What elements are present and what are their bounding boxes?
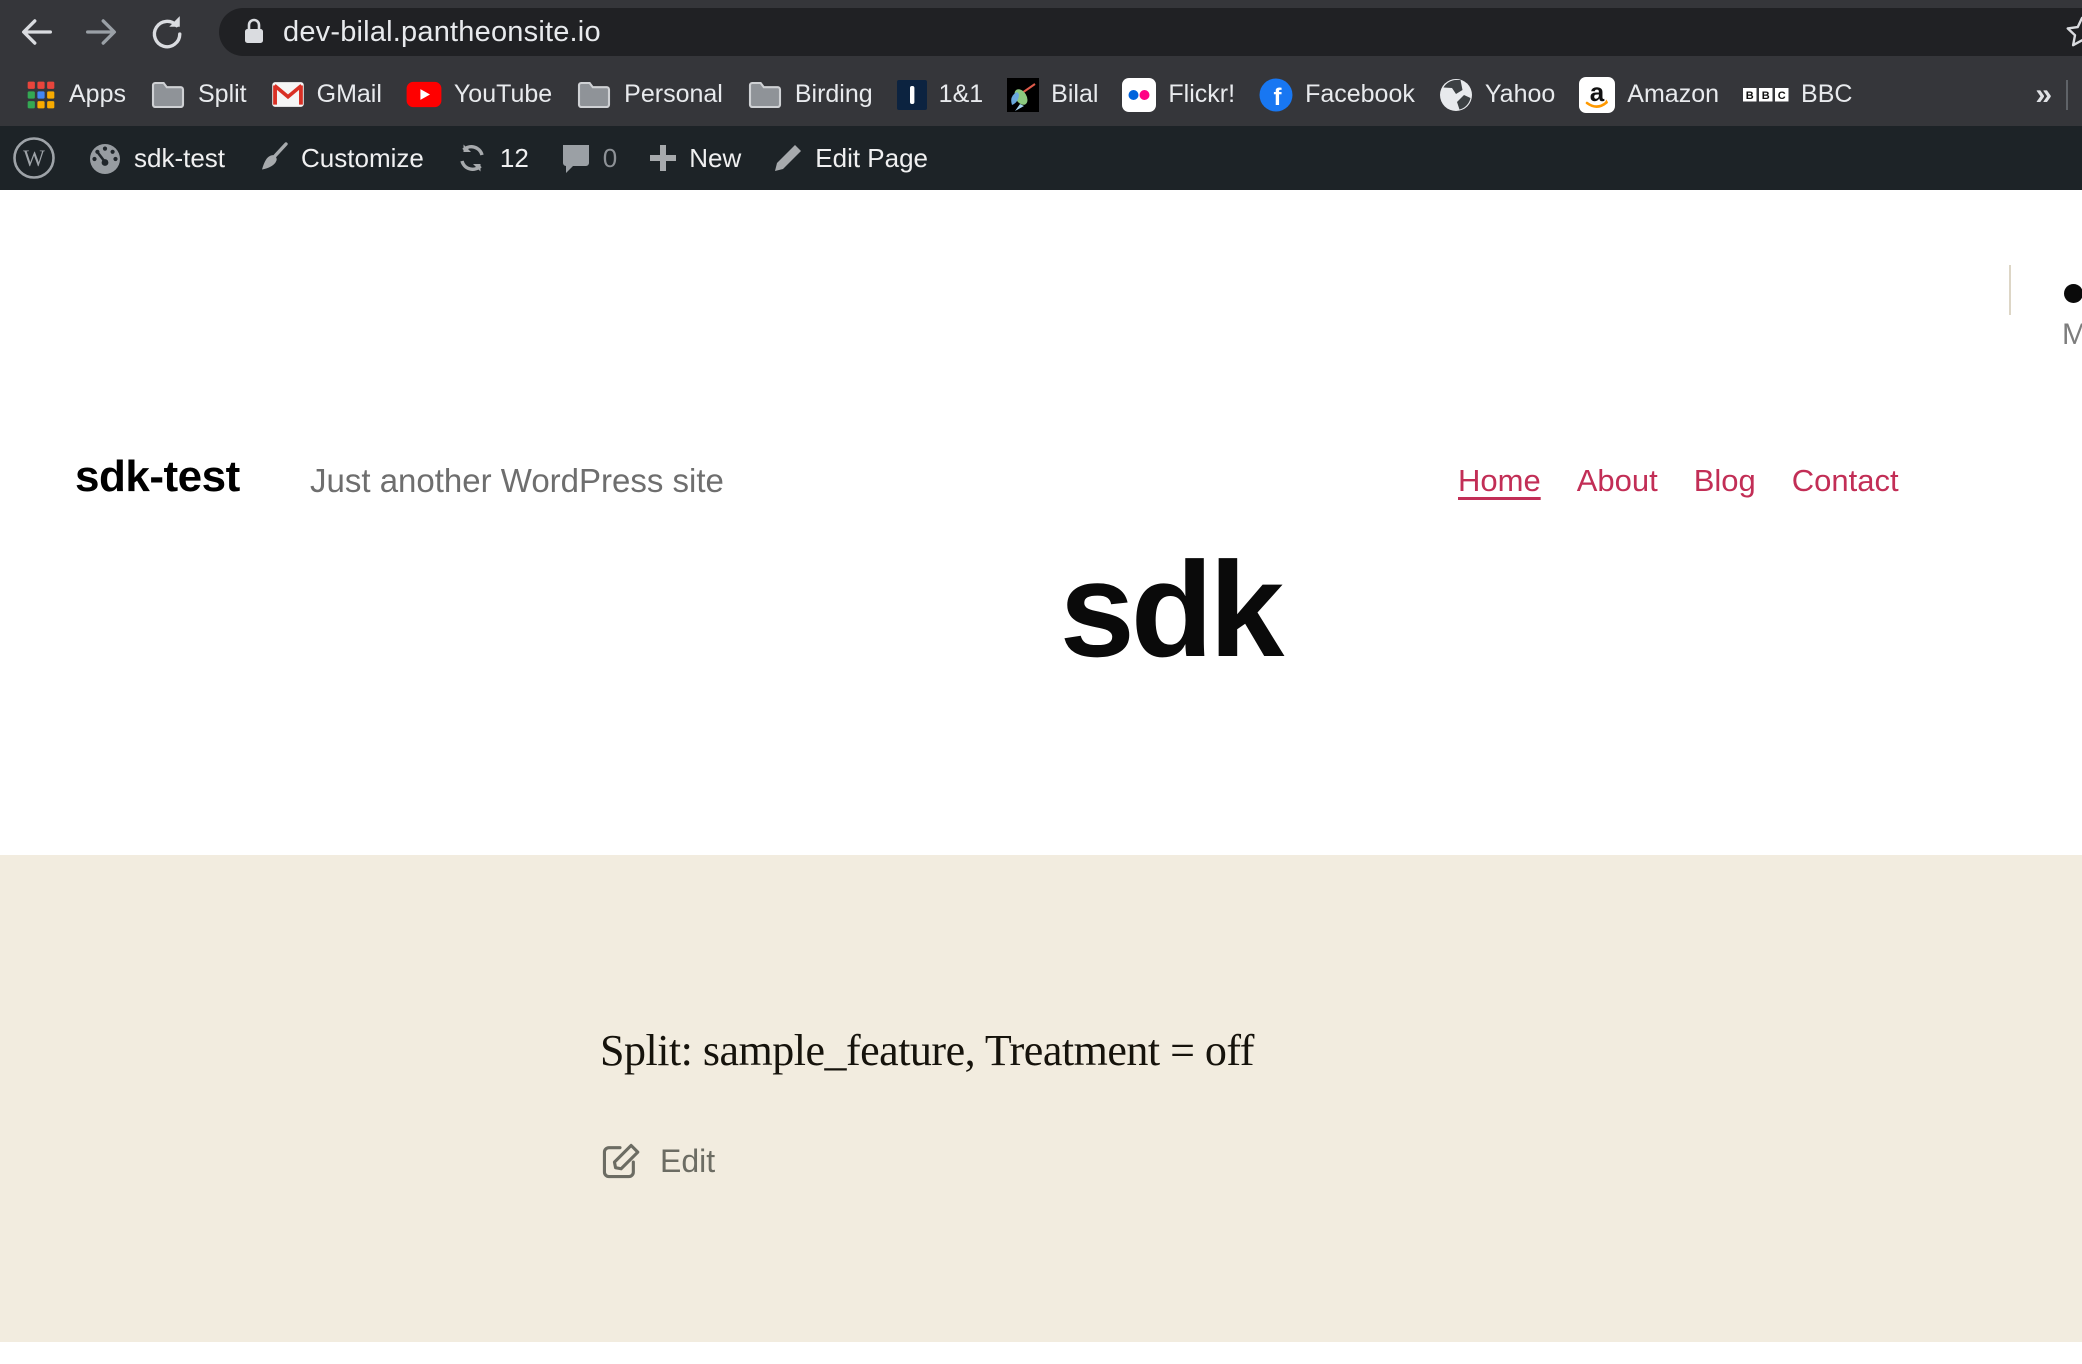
split-status-text: Split: sample_feature, Treatment = off [600,1025,1254,1076]
bookmark-label: Facebook [1305,80,1415,109]
bookmark-label: Apps [69,80,126,109]
bookmark-1-1[interactable]: 1&1 [897,80,983,110]
gauge-icon [86,139,124,177]
bookmark-youtube[interactable]: YouTube [406,80,552,109]
wordpress-icon: W [12,136,56,180]
flickr-icon [1122,78,1156,112]
folder-icon [747,80,783,110]
edit-link-label: Edit [660,1143,715,1180]
edit-link[interactable]: Edit [600,1141,715,1181]
bookmark-bbc[interactable]: B B C BBC [1743,80,1852,109]
back-arrow-icon [17,12,57,52]
bookmark-label: Yahoo [1485,80,1555,109]
bookmarks-bar: Apps Split GMail YouTube Personal Birdin… [0,63,2082,126]
bookmark-label: Flickr! [1168,80,1235,109]
globe-icon [1439,78,1473,112]
svg-text:B: B [1746,90,1754,102]
admin-bar-comments[interactable]: 0 [559,141,617,175]
bookmark-label: Bilal [1051,80,1098,109]
apps-grid-icon [25,79,57,111]
reload-button[interactable] [142,9,188,55]
admin-bar-site-name[interactable]: sdk-test [86,139,225,177]
youtube-icon [406,81,442,108]
browser-toolbar: dev-bilal.pantheonsite.io [0,0,2082,63]
admin-bar-updates[interactable]: 12 [454,140,529,176]
bookmark-birding[interactable]: Birding [747,80,873,110]
bookmark-yahoo[interactable]: Yahoo [1439,78,1555,112]
folder-icon [150,80,186,110]
bookmark-label: Split [198,80,247,109]
bookmark-bilal[interactable]: Bilal [1007,78,1098,112]
wp-admin-bar: W sdk-test Customize 12 0 New Edit Page [0,126,2082,190]
nav-link-contact[interactable]: Contact [1792,463,1899,499]
bookmarks-bar-divider [2066,80,2068,110]
facebook-icon: f [1259,78,1293,112]
admin-bar-wordpress-logo[interactable]: W [12,136,56,180]
update-icon [454,140,490,176]
oneandone-icon [897,80,927,110]
forward-button[interactable] [78,9,124,55]
svg-text:a: a [1590,77,1605,107]
bookmark-flickr-[interactable]: Flickr! [1122,78,1235,112]
bookmark-label: 1&1 [939,80,983,109]
admin-bar-label: Edit Page [815,143,928,174]
bookmark-label: Birding [795,80,873,109]
header-divider [2009,265,2011,315]
nav-link-blog[interactable]: Blog [1694,463,1756,499]
admin-bar-new-content[interactable]: New [647,142,741,174]
bookmark-facebook[interactable]: f Facebook [1259,78,1415,112]
admin-bar-label: 0 [603,143,617,174]
comment-icon [559,141,593,175]
svg-text:W: W [23,146,45,171]
gmail-icon [271,81,305,108]
forward-arrow-icon [81,12,121,52]
sdk-logo: sdk [1060,542,1281,677]
hummingbird-icon [1007,78,1039,112]
edit-pencil-square-icon [600,1141,640,1181]
reload-icon [146,13,184,51]
bookmark-label: Amazon [1627,80,1719,109]
admin-bar-label: 12 [500,143,529,174]
admin-bar-customize[interactable]: Customize [255,140,424,176]
admin-bar-label: New [689,143,741,174]
bookmark-label: BBC [1801,80,1852,109]
pencil-icon [771,141,805,175]
amazon-icon: a [1579,77,1615,113]
admin-bar-label: sdk-test [134,143,225,174]
menu-dot-icon [2064,284,2082,303]
back-button[interactable] [14,9,60,55]
bookmark-amazon[interactable]: a Amazon [1579,77,1719,113]
lock-icon [241,17,267,47]
site-tagline: Just another WordPress site [310,462,724,500]
site-header: sdk-test Just another WordPress site Hom… [0,190,2082,855]
folder-icon [576,80,612,110]
plus-icon [647,142,679,174]
brush-icon [255,140,291,176]
bookmarks-overflow-chevron[interactable]: » [2021,78,2066,112]
admin-bar-edit-page[interactable]: Edit Page [771,141,928,175]
svg-text:C: C [1778,90,1786,102]
bookmark-label: GMail [317,80,382,109]
svg-text:B: B [1762,90,1770,102]
nav-link-about[interactable]: About [1577,463,1658,499]
bookmark-split[interactable]: Split [150,80,247,110]
admin-bar-label: Customize [301,143,424,174]
svg-text:f: f [1274,84,1283,111]
bookmark-gmail[interactable]: GMail [271,80,382,109]
footer-strip [0,1342,2082,1364]
bookmark-star-icon[interactable] [2064,14,2082,55]
address-bar[interactable]: dev-bilal.pantheonsite.io [219,8,2082,56]
bookmarks-list: Apps Split GMail YouTube Personal Birdin… [25,77,1852,113]
primary-nav: Home About Blog Contact [1458,463,1899,499]
url-text: dev-bilal.pantheonsite.io [283,16,601,49]
bookmark-label: Personal [624,80,723,109]
bbc-icon: B B C [1743,87,1789,103]
bookmark-personal[interactable]: Personal [576,80,723,110]
clipped-menu-label[interactable]: M [2062,318,2082,352]
bookmark-label: YouTube [454,80,552,109]
site-title[interactable]: sdk-test [75,452,240,502]
split-status-section: Split: sample_feature, Treatment = off E… [0,855,2082,1342]
nav-link-home[interactable]: Home [1458,463,1541,499]
bookmark-apps[interactable]: Apps [25,79,126,111]
